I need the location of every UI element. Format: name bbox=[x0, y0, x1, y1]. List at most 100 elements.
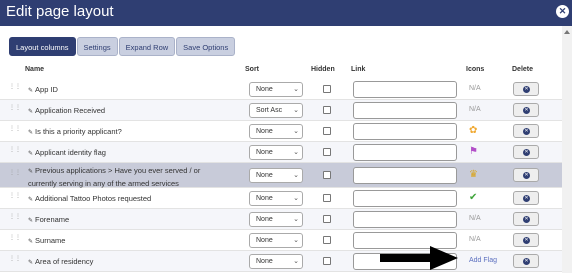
sort-select[interactable]: None ⌄ bbox=[249, 82, 303, 97]
chevron-down-icon: ⌄ bbox=[293, 237, 299, 244]
chevron-down-icon: ⌄ bbox=[293, 195, 299, 202]
drag-handle-icon[interactable]: ⋮⋮ bbox=[9, 214, 21, 224]
delete-button[interactable]: ✕ bbox=[513, 124, 539, 138]
hidden-checkbox[interactable] bbox=[323, 236, 331, 244]
scrollbar[interactable] bbox=[562, 26, 572, 273]
field-label-line-1: Previous applications > Have you ever se… bbox=[35, 166, 201, 175]
sort-select[interactable]: None ⌄ bbox=[249, 233, 303, 248]
sort-select[interactable]: None ⌄ bbox=[249, 124, 303, 139]
close-icon: ✕ bbox=[523, 107, 530, 114]
drag-handle-icon[interactable]: ⋮⋮ bbox=[9, 235, 21, 245]
close-icon[interactable]: ✕ bbox=[556, 5, 569, 18]
delete-button[interactable]: ✕ bbox=[513, 233, 539, 247]
hidden-checkbox[interactable] bbox=[323, 106, 331, 114]
sort-value: None bbox=[256, 237, 273, 244]
hidden-checkbox[interactable] bbox=[323, 127, 331, 135]
field-label: App ID bbox=[35, 85, 58, 94]
edit-icon[interactable]: ✎ bbox=[28, 260, 33, 266]
add-flag-link[interactable]: Add Flag bbox=[469, 257, 509, 264]
drag-handle-icon[interactable]: ⋮⋮ bbox=[9, 147, 21, 157]
sort-select[interactable]: None ⌄ bbox=[249, 168, 303, 183]
edit-icon[interactable]: ✎ bbox=[28, 130, 33, 136]
link-input[interactable] bbox=[353, 102, 457, 119]
tab-bar: Layout columns Settings Expand Row Save … bbox=[9, 37, 236, 56]
column-header-delete: Delete bbox=[512, 66, 534, 73]
sort-value: None bbox=[256, 172, 273, 179]
chevron-down-icon: ⌄ bbox=[293, 128, 299, 135]
icons-value: N/A bbox=[469, 236, 481, 243]
link-input[interactable] bbox=[353, 144, 457, 161]
drag-handle-icon[interactable]: ⋮⋮ bbox=[9, 105, 21, 115]
drag-handle-icon[interactable]: ⋮⋮ bbox=[9, 126, 21, 136]
hidden-checkbox[interactable] bbox=[323, 85, 331, 93]
delete-button[interactable]: ✕ bbox=[513, 191, 539, 205]
sort-select[interactable]: None ⌄ bbox=[249, 212, 303, 227]
close-icon: ✕ bbox=[523, 258, 530, 265]
close-icon: ✕ bbox=[523, 128, 530, 135]
link-input[interactable] bbox=[353, 211, 457, 228]
field-name: ✎ App ID bbox=[28, 84, 240, 97]
column-header-icons: Icons bbox=[466, 66, 485, 73]
delete-button[interactable]: ✕ bbox=[513, 212, 539, 226]
tab-settings[interactable]: Settings bbox=[76, 37, 118, 56]
chevron-down-icon: ⌄ bbox=[293, 216, 299, 223]
edit-icon[interactable]: ✎ bbox=[28, 239, 33, 245]
link-input[interactable] bbox=[353, 190, 457, 207]
field-label: Area of residency bbox=[35, 257, 94, 266]
hidden-checkbox[interactable] bbox=[323, 215, 331, 223]
green-check-icon: ✔ bbox=[469, 192, 478, 203]
link-input[interactable] bbox=[353, 123, 457, 140]
field-label: Applicant identity flag bbox=[35, 148, 106, 157]
scroll-up-icon[interactable] bbox=[564, 30, 570, 34]
drag-handle-icon[interactable]: ⋮⋮ bbox=[9, 193, 21, 203]
delete-button[interactable]: ✕ bbox=[513, 254, 539, 268]
sort-value: None bbox=[256, 128, 273, 135]
hidden-checkbox[interactable] bbox=[323, 194, 331, 202]
edit-icon[interactable]: ✎ bbox=[28, 218, 33, 224]
tab-layout-columns[interactable]: Layout columns bbox=[9, 37, 76, 56]
edit-icon[interactable]: ✎ bbox=[28, 109, 33, 115]
field-name: ✎ Surname bbox=[28, 235, 240, 248]
field-label: Application Received bbox=[35, 106, 106, 115]
tab-save-options[interactable]: Save Options bbox=[176, 37, 236, 56]
sort-value: None bbox=[256, 86, 273, 93]
close-icon: ✕ bbox=[523, 237, 530, 244]
hidden-checkbox[interactable] bbox=[323, 257, 331, 265]
close-icon: ✕ bbox=[523, 195, 530, 202]
field-name: ✎ Previous applications > Have you ever s… bbox=[28, 165, 240, 189]
table-row: ⋮⋮ ✎ Additional Tattoo Photos requested N… bbox=[0, 188, 562, 209]
field-name: ✎ Is this a priority applicant? bbox=[28, 126, 240, 139]
arrow-annotation-icon bbox=[380, 246, 458, 270]
dialog-titlebar: Edit page layout ✕ bbox=[0, 0, 572, 26]
table-row: ⋮⋮ ✎ Application Received Sort Asc ⌄ N/A ✕ bbox=[0, 100, 562, 121]
delete-button[interactable]: ✕ bbox=[513, 168, 539, 182]
edit-icon[interactable]: ✎ bbox=[28, 88, 33, 94]
tab-expand-row[interactable]: Expand Row bbox=[118, 37, 176, 56]
icons-value: N/A bbox=[469, 215, 481, 222]
table-row: ⋮⋮ ✎ Forename None ⌄ N/A ✕ bbox=[0, 209, 562, 230]
sort-select[interactable]: None ⌄ bbox=[249, 145, 303, 160]
delete-button[interactable]: ✕ bbox=[513, 145, 539, 159]
chevron-down-icon: ⌄ bbox=[293, 258, 299, 265]
delete-button[interactable]: ✕ bbox=[513, 103, 539, 117]
sort-value: Sort Asc bbox=[256, 107, 283, 114]
edit-icon[interactable]: ✎ bbox=[28, 169, 33, 175]
delete-button[interactable]: ✕ bbox=[513, 82, 539, 96]
hidden-checkbox[interactable] bbox=[323, 171, 331, 179]
chevron-down-icon: ⌄ bbox=[293, 86, 299, 93]
sort-select[interactable]: Sort Asc ⌄ bbox=[249, 103, 303, 118]
drag-handle-icon[interactable]: ⋮⋮ bbox=[9, 84, 21, 94]
link-input[interactable] bbox=[353, 81, 457, 98]
drag-handle-icon[interactable]: ⋮⋮ bbox=[9, 170, 21, 180]
link-input[interactable] bbox=[353, 167, 457, 184]
edit-icon[interactable]: ✎ bbox=[28, 151, 33, 157]
hidden-checkbox[interactable] bbox=[323, 148, 331, 156]
sort-select[interactable]: None ⌄ bbox=[249, 191, 303, 206]
chevron-down-icon: ⌄ bbox=[293, 107, 299, 114]
drag-handle-icon[interactable]: ⋮⋮ bbox=[9, 256, 21, 266]
sort-select[interactable]: None ⌄ bbox=[249, 254, 303, 269]
edit-icon[interactable]: ✎ bbox=[28, 197, 33, 203]
field-name: ✎ Application Received bbox=[28, 105, 240, 118]
close-icon: ✕ bbox=[523, 172, 530, 179]
close-icon: ✕ bbox=[523, 216, 530, 223]
